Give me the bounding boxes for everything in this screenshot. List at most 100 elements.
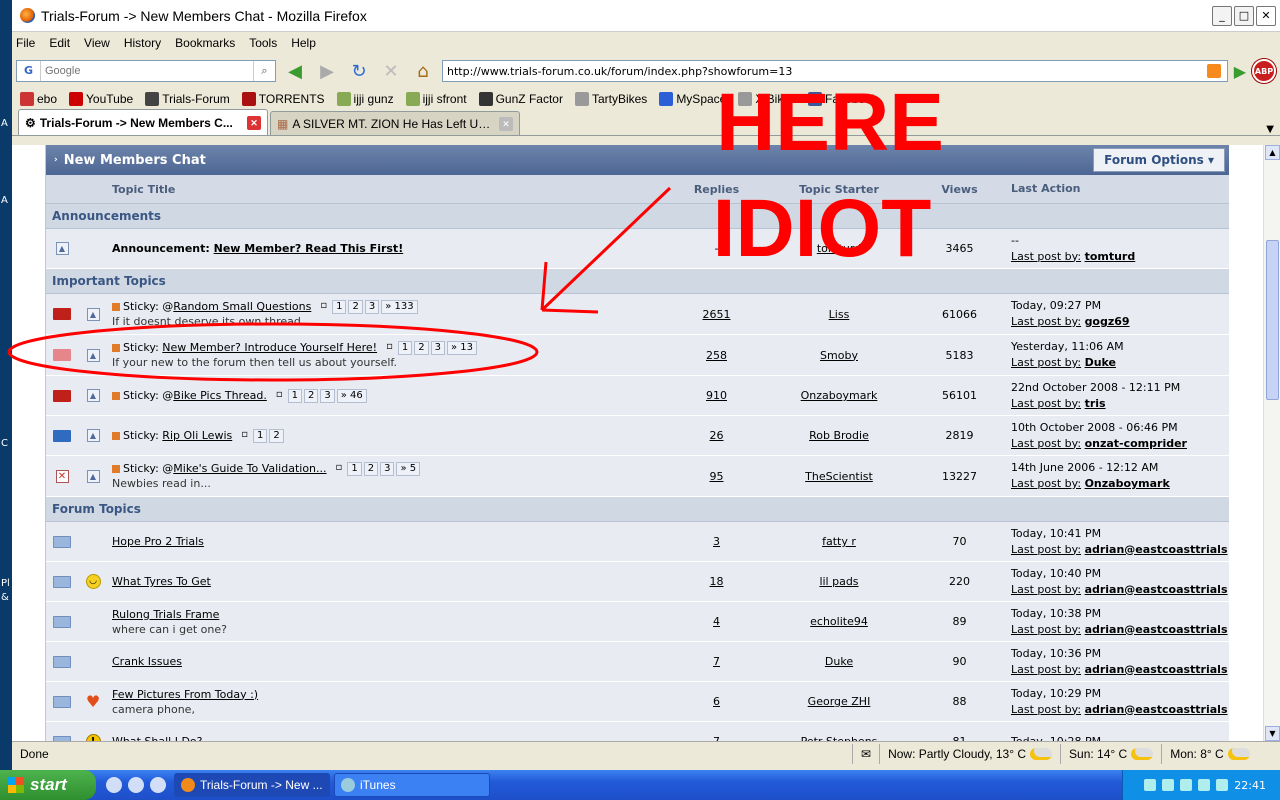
minimize-button[interactable]: _ — [1212, 5, 1232, 26]
last-post-by-label[interactable]: Last post by: — [1011, 623, 1081, 636]
replies-link[interactable]: 95 — [710, 470, 724, 483]
replies-link[interactable]: 258 — [706, 349, 727, 362]
page-link[interactable]: » 13 — [446, 341, 478, 355]
col-views[interactable]: Views — [920, 183, 999, 196]
page-link[interactable]: » 133 — [381, 300, 418, 314]
topic-link[interactable]: Bike Pics Thread. — [173, 389, 267, 402]
bookmark-ijji-sfront[interactable]: ijji sfront — [405, 92, 467, 106]
clock[interactable]: 22:41 — [1234, 779, 1266, 792]
tab-trials-forum[interactable]: ⚙ Trials-Forum -> New Members C... ✕ — [18, 109, 268, 135]
last-post-author[interactable]: tris — [1085, 397, 1106, 410]
bookmark-youtube[interactable]: YouTube — [69, 92, 133, 106]
last-post-by-label[interactable]: Last post by: — [1011, 583, 1081, 596]
mail-icon[interactable]: ✉ — [852, 743, 879, 764]
last-post-by-label[interactable]: Last post by: — [1011, 315, 1081, 328]
taskbar-firefox[interactable]: Trials-Forum -> New ... — [174, 773, 330, 797]
starter-link[interactable]: lil pads — [819, 575, 858, 588]
menu-item-tools[interactable]: Tools — [249, 36, 277, 50]
last-post-author[interactable]: gogz69 — [1085, 315, 1130, 328]
start-button[interactable]: start — [0, 770, 96, 800]
topic-link[interactable]: What Shall I Do? — [112, 734, 202, 741]
last-post-by-label[interactable]: Last post by: — [1011, 437, 1081, 450]
last-post-author[interactable]: Onzaboymark — [1085, 477, 1170, 490]
last-post-by-label[interactable]: Last post by: — [1011, 543, 1081, 556]
replies-link[interactable]: 26 — [710, 429, 724, 442]
announcement-starter[interactable]: tomturd — [817, 242, 861, 255]
tray-icon[interactable] — [1162, 779, 1175, 791]
starter-link[interactable]: echolite94 — [810, 615, 868, 628]
search-input[interactable] — [41, 65, 241, 77]
topic-link[interactable]: Rip Oli Lewis — [162, 429, 232, 442]
bookmark-torrents[interactable]: TORRENTS — [241, 92, 325, 106]
topic-link[interactable]: Rulong Trials Frame — [112, 607, 219, 622]
tray-icon[interactable] — [1198, 779, 1211, 791]
topic-link[interactable]: Random Small Questions — [173, 300, 311, 313]
tray-icon[interactable] — [1216, 779, 1229, 791]
scroll-thumb[interactable] — [1266, 240, 1279, 400]
starter-link[interactable]: TheScientist — [805, 470, 873, 483]
bookmark-ijji-gunz[interactable]: ijji gunz — [336, 92, 394, 106]
topic-link[interactable]: Mike's Guide To Validation... — [173, 462, 326, 475]
starter-link[interactable]: Rob Brodie — [809, 429, 869, 442]
last-post-author[interactable]: adrian@eastcoasttrials — [1085, 703, 1228, 716]
last-post-author[interactable]: adrian@eastcoasttrials — [1085, 543, 1228, 556]
starter-link[interactable]: fatty r — [822, 535, 856, 548]
page-scrollbar[interactable]: ▲ ▼ — [1263, 145, 1280, 741]
page-link[interactable]: » 46 — [336, 389, 367, 403]
last-post-by-label[interactable]: Last post by: — [1011, 397, 1081, 410]
close-button[interactable]: ✕ — [1256, 5, 1276, 26]
starter-link[interactable]: George ZHI — [808, 695, 871, 708]
bookmark-x-bikes[interactable]: X Bikes — [738, 92, 796, 106]
rss-icon[interactable] — [1206, 64, 1221, 78]
replies-link[interactable]: 910 — [706, 389, 727, 402]
url-text[interactable]: http://www.trials-forum.co.uk/forum/inde… — [447, 65, 792, 78]
starter-link[interactable]: Liss — [829, 308, 850, 321]
firefox-quicklaunch-icon[interactable] — [106, 777, 122, 793]
replies-link[interactable]: 2651 — [703, 308, 731, 321]
bookmark-facebook[interactable]: Facebook — [808, 92, 878, 106]
menu-item-file[interactable]: File — [16, 36, 35, 50]
page-link[interactable]: 1 — [287, 389, 302, 403]
last-post-by-label[interactable]: Last post by: — [1011, 477, 1081, 490]
last-post-author[interactable]: adrian@eastcoasttrials — [1085, 663, 1228, 676]
col-topic-starter[interactable]: Topic Starter — [758, 183, 920, 196]
topic-link[interactable]: Hope Pro 2 Trials — [112, 534, 204, 549]
topic-link[interactable]: Crank Issues — [112, 654, 182, 669]
page-link[interactable]: 3 — [430, 341, 445, 355]
last-post-by-label[interactable]: Last post by: — [1011, 663, 1081, 676]
tab-list-button[interactable]: ▼ — [1266, 124, 1274, 135]
scroll-down-arrow[interactable]: ▼ — [1265, 726, 1280, 741]
adblock-icon[interactable]: ABP — [1252, 59, 1276, 83]
col-topic-title[interactable]: Topic Title — [108, 182, 675, 197]
topic-link[interactable]: Few Pictures From Today :) — [112, 687, 258, 702]
menu-item-help[interactable]: Help — [291, 36, 316, 50]
scroll-up-arrow[interactable]: ▲ — [1265, 145, 1280, 160]
google-icon[interactable]: G — [17, 61, 41, 81]
page-link[interactable]: » 5 — [396, 462, 421, 476]
page-link[interactable]: 2 — [269, 429, 284, 443]
replies-link[interactable]: 7 — [713, 655, 720, 668]
page-link[interactable]: 1 — [397, 341, 413, 355]
ie-quicklaunch-icon[interactable] — [150, 777, 166, 793]
starter-link[interactable]: Duke — [825, 655, 853, 668]
url-bar[interactable]: http://www.trials-forum.co.uk/forum/inde… — [442, 60, 1228, 82]
close-tab-icon[interactable]: ✕ — [247, 115, 261, 130]
last-post-author[interactable]: Duke — [1085, 356, 1116, 369]
forum-options-button[interactable]: Forum Options ▾ — [1093, 148, 1225, 172]
close-tab-icon[interactable]: ✕ — [499, 116, 513, 131]
menu-item-edit[interactable]: Edit — [49, 36, 70, 50]
tray-icon[interactable] — [1144, 779, 1157, 791]
last-post-by-label[interactable]: Last post by: — [1011, 356, 1081, 369]
menu-item-history[interactable]: History — [124, 36, 161, 50]
starter-link[interactable]: Onzaboymark — [801, 389, 878, 402]
replies-link[interactable]: 18 — [710, 575, 724, 588]
bookmark-ebo[interactable]: ebo — [20, 92, 57, 106]
page-link[interactable]: 1 — [253, 429, 268, 443]
page-link[interactable]: 2 — [414, 341, 429, 355]
menu-item-bookmarks[interactable]: Bookmarks — [175, 36, 235, 50]
last-post-author[interactable]: adrian@eastcoasttrials — [1085, 583, 1228, 596]
bookmark-myspace[interactable]: MySpace — [659, 92, 726, 106]
bookmark-gunz-factor[interactable]: GunZ Factor — [478, 92, 563, 106]
back-button[interactable]: ◀ — [282, 58, 308, 84]
replies-link[interactable]: 6 — [713, 695, 720, 708]
